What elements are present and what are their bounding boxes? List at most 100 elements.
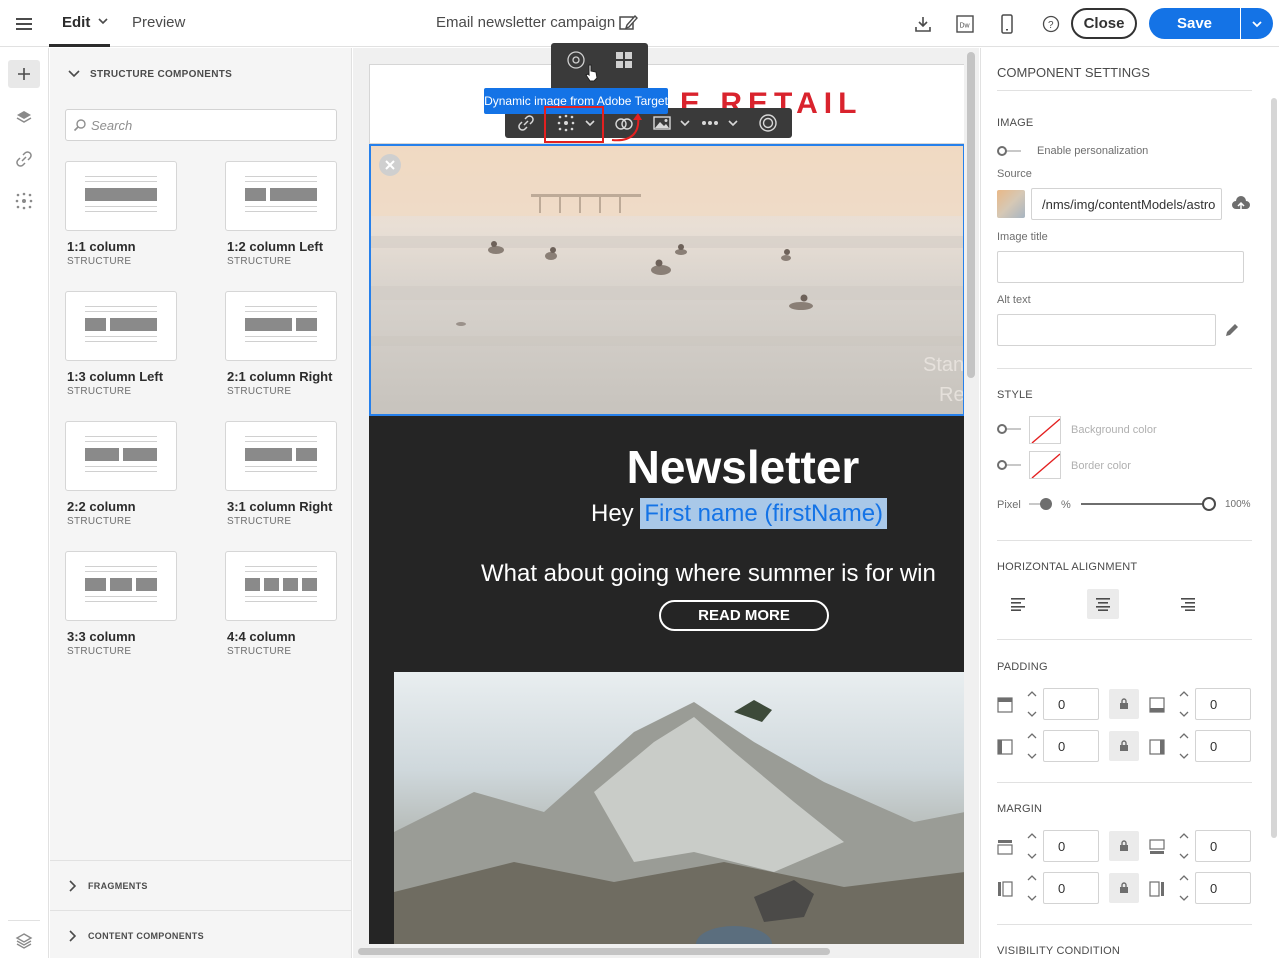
canvas-horizontal-scrollbar[interactable] xyxy=(353,944,979,958)
align-center-icon[interactable] xyxy=(1087,589,1119,619)
structure-card-3-3[interactable] xyxy=(65,551,177,621)
settings-scrollbar[interactable] xyxy=(1271,98,1277,838)
mountain-photo-art xyxy=(394,700,965,952)
image-icon[interactable] xyxy=(652,114,672,132)
mobile-preview-icon[interactable] xyxy=(995,12,1019,36)
padding-top-stepper[interactable] xyxy=(1021,688,1043,720)
padding-left-icon xyxy=(997,739,1013,755)
structure-card-1-2-left[interactable] xyxy=(225,161,337,231)
unit-toggle-knob[interactable] xyxy=(1040,498,1052,510)
margin-bottom-stepper[interactable] xyxy=(1173,830,1195,862)
personalization-toggle[interactable] xyxy=(997,146,1023,156)
width-slider-handle[interactable] xyxy=(1202,497,1216,511)
edit-title-icon[interactable] xyxy=(618,13,638,33)
lock-icon[interactable] xyxy=(1109,831,1139,861)
alt-text-input[interactable] xyxy=(997,314,1216,346)
source-field[interactable]: /nms/img/contentModels/astro xyxy=(1031,188,1222,220)
border-color-toggle[interactable] xyxy=(997,460,1023,470)
hamburger-menu-icon[interactable] xyxy=(12,12,36,36)
save-button[interactable]: Save xyxy=(1149,8,1240,39)
source-label: Source xyxy=(997,168,1032,180)
padding-left-stepper[interactable] xyxy=(1021,730,1043,762)
scroll-thumb[interactable] xyxy=(358,948,830,955)
padding-right-input[interactable]: 0 xyxy=(1195,730,1251,762)
padding-left-input[interactable]: 0 xyxy=(1043,730,1099,762)
canvas-vertical-scrollbar[interactable] xyxy=(964,48,979,944)
lock-icon[interactable] xyxy=(1109,873,1139,903)
card-sub: STRUCTURE xyxy=(67,646,132,657)
image-section-title: IMAGE xyxy=(997,117,1034,129)
structure-card-1-3-left[interactable] xyxy=(65,291,177,361)
margin-left-stepper[interactable] xyxy=(1021,872,1043,904)
layout-grid-icon[interactable] xyxy=(613,49,635,71)
save-options-button[interactable] xyxy=(1241,8,1273,39)
download-icon[interactable] xyxy=(911,12,935,36)
tagline-text: What about going where summer is for win xyxy=(481,560,936,587)
background-color-swatch[interactable] xyxy=(1029,416,1061,444)
page-title: Email newsletter campaign xyxy=(436,14,616,31)
chevron-down-icon[interactable] xyxy=(98,16,108,26)
structure-card-4-4[interactable] xyxy=(225,551,337,621)
align-right-icon[interactable] xyxy=(1173,589,1203,619)
lock-icon[interactable] xyxy=(1109,689,1139,719)
image-title-input[interactable] xyxy=(997,251,1244,283)
layers-icon[interactable] xyxy=(8,103,40,131)
structure-card-1-1[interactable] xyxy=(65,161,177,231)
remove-image-button[interactable] xyxy=(379,154,401,176)
lock-icon[interactable] xyxy=(1109,731,1139,761)
stack-settings-icon[interactable] xyxy=(8,926,40,954)
margin-bottom-input[interactable]: 0 xyxy=(1195,830,1251,862)
divider xyxy=(997,90,1252,91)
scroll-thumb[interactable] xyxy=(967,52,975,378)
dreamweaver-icon[interactable]: Dw xyxy=(953,12,977,36)
margin-top-stepper[interactable] xyxy=(1021,830,1043,862)
hero-image[interactable]: Stan Re xyxy=(369,144,965,416)
margin-right-stepper[interactable] xyxy=(1173,872,1195,904)
image-source-toolbar xyxy=(551,43,648,91)
align-left-icon[interactable] xyxy=(1003,589,1033,619)
personalization-icon[interactable] xyxy=(8,187,40,215)
read-more-button[interactable]: READ MORE xyxy=(659,600,829,631)
target-icon[interactable] xyxy=(758,113,778,133)
chevron-down-icon[interactable] xyxy=(680,118,690,128)
tab-preview[interactable]: Preview xyxy=(132,14,185,31)
margin-left-input[interactable]: 0 xyxy=(1043,872,1099,904)
personalization-field[interactable]: First name (firstName) xyxy=(640,498,888,529)
pencil-icon[interactable] xyxy=(1224,322,1240,338)
padding-bottom-stepper[interactable] xyxy=(1173,688,1195,720)
card-sub: STRUCTURE xyxy=(227,386,292,397)
link-icon[interactable] xyxy=(8,145,40,173)
link-icon[interactable] xyxy=(517,114,535,132)
hero-overlay-text: Re xyxy=(939,384,965,406)
width-value: 100% xyxy=(1225,499,1251,510)
chevron-right-icon xyxy=(69,879,76,892)
border-color-swatch[interactable] xyxy=(1029,451,1061,479)
margin-right-input[interactable]: 0 xyxy=(1195,872,1251,904)
style-section-title: STYLE xyxy=(997,389,1033,401)
padding-right-stepper[interactable] xyxy=(1173,730,1195,762)
svg-text:?: ? xyxy=(1048,20,1054,31)
upload-cloud-icon[interactable] xyxy=(1231,196,1251,212)
close-button[interactable]: Close xyxy=(1071,8,1137,39)
fragments-accordion[interactable]: FRAGMENTS xyxy=(50,860,352,910)
newsletter-block[interactable]: Newsletter Hey First name (firstName) Wh… xyxy=(369,416,965,958)
chevron-down-icon[interactable] xyxy=(728,118,738,128)
help-icon[interactable]: ? xyxy=(1039,12,1063,36)
margin-top-input[interactable]: 0 xyxy=(1043,830,1099,862)
padding-bottom-input[interactable]: 0 xyxy=(1195,688,1251,720)
mountain-photo[interactable] xyxy=(394,672,965,952)
more-options-icon[interactable] xyxy=(701,118,719,128)
visibility-condition-title: VISIBILITY CONDITION xyxy=(997,945,1120,957)
content-components-accordion[interactable]: CONTENT COMPONENTS xyxy=(50,910,352,958)
structure-card-3-1-right[interactable] xyxy=(225,421,337,491)
structure-components-header[interactable]: STRUCTURE COMPONENTS xyxy=(68,68,232,80)
padding-right-icon xyxy=(1149,739,1165,755)
structure-card-2-1-right[interactable] xyxy=(225,291,337,361)
plus-icon[interactable] xyxy=(8,60,40,88)
background-color-toggle[interactable] xyxy=(997,424,1023,434)
tab-edit[interactable]: Edit xyxy=(62,14,90,31)
search-input[interactable]: Search xyxy=(65,109,337,141)
structure-card-2-2[interactable] xyxy=(65,421,177,491)
padding-top-input[interactable]: 0 xyxy=(1043,688,1099,720)
width-slider-track[interactable] xyxy=(1081,503,1209,505)
